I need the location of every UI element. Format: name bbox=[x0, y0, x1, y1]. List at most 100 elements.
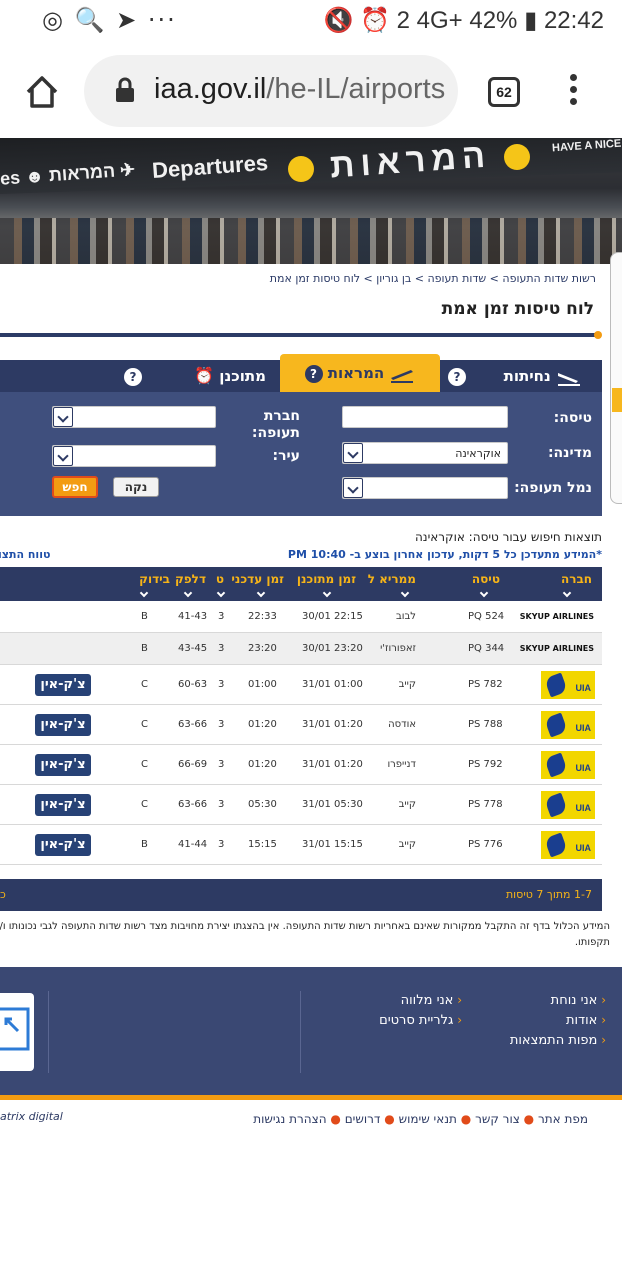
updated-time-cell: 05:30 bbox=[248, 799, 277, 810]
footer-link-about[interactable]: ‹ אודות bbox=[566, 1013, 606, 1028]
sort-icon[interactable] bbox=[479, 588, 489, 598]
col-counter[interactable]: דלפק bbox=[175, 572, 206, 586]
table-row: UIA PS 778 קייב 05:30 31/01 05:30 3 63-66 C צ'ק-… bbox=[0, 785, 602, 825]
country-select[interactable] bbox=[342, 442, 508, 464]
accessibility-link[interactable]: הצהרת נגישות bbox=[253, 1112, 326, 1126]
chevron-down-icon[interactable] bbox=[343, 478, 363, 498]
tab-landings[interactable]: נחיתות bbox=[504, 360, 582, 392]
jobs-link[interactable]: דרושים bbox=[345, 1112, 381, 1126]
side-panel-handle[interactable] bbox=[610, 252, 622, 504]
scheduled-time-cell: 05:30 31/01 bbox=[302, 799, 363, 810]
disclaimer-text: המידע הכלול בדף זה התקבל ממקורות שאינם ב… bbox=[0, 921, 610, 948]
airline-select[interactable] bbox=[52, 406, 216, 428]
sort-icon[interactable] bbox=[322, 588, 332, 598]
uia-logo: UIA bbox=[541, 751, 595, 779]
chevron-left-icon: ‹ bbox=[597, 1033, 606, 1047]
tab-planned-help[interactable]: ? bbox=[124, 360, 142, 392]
status-right-info: 🔇 ⏰ 2 4G+ 42% ▮ 22:42 bbox=[323, 7, 604, 34]
breadcrumb-item[interactable]: רשות שדות התעופה bbox=[502, 272, 596, 285]
check-area-cell: B bbox=[141, 643, 148, 654]
search-button[interactable]: חפש bbox=[52, 476, 98, 498]
plane-icon bbox=[504, 144, 530, 170]
uia-logo: UIA bbox=[541, 791, 595, 819]
terminal-cell: 3 bbox=[218, 643, 225, 654]
checkin-button[interactable]: צ'ק-אין bbox=[35, 714, 91, 736]
footer-link-maps[interactable]: ‹ מפות התמצאות bbox=[510, 1033, 606, 1048]
footer-link[interactable]: כ bbox=[0, 888, 6, 901]
airport-label: נמל תעופה: bbox=[514, 480, 592, 496]
chevron-down-icon[interactable] bbox=[53, 446, 73, 466]
sort-icon[interactable] bbox=[139, 588, 149, 598]
col-scheduled[interactable]: זמן מתוכנן bbox=[297, 572, 356, 586]
accessibility-monitor-icon[interactable] bbox=[0, 993, 34, 1071]
sitemap-link[interactable]: מפת אתר bbox=[538, 1112, 588, 1126]
counter-cell: 43-45 bbox=[178, 643, 208, 654]
tab-departures[interactable]: המראות ? bbox=[280, 354, 440, 392]
checkin-button[interactable]: צ'ק-אין bbox=[35, 794, 91, 816]
chevron-left-icon: ‹ bbox=[597, 993, 606, 1007]
side-panel-tab[interactable] bbox=[612, 388, 622, 412]
updated-time-cell: 22:33 bbox=[248, 611, 277, 622]
sort-icon[interactable] bbox=[400, 588, 410, 598]
flights-count: 1-7 מתוך 7 טיסות bbox=[505, 888, 592, 901]
sort-icon[interactable] bbox=[562, 588, 572, 598]
terms-link[interactable]: תנאי שימוש bbox=[399, 1112, 457, 1126]
footer-link-landing[interactable]: ‹ אני נוחת bbox=[551, 993, 606, 1008]
home-icon[interactable] bbox=[22, 72, 62, 112]
terminal-crowd-photo bbox=[0, 218, 622, 264]
sort-icon[interactable] bbox=[216, 588, 226, 598]
sort-icon[interactable] bbox=[256, 588, 266, 598]
page-title: לוח טיסות זמן אמת bbox=[441, 299, 594, 319]
updated-time-cell: 01:00 bbox=[248, 679, 277, 690]
checkin-button[interactable]: צ'ק-אין bbox=[35, 674, 91, 696]
help-icon[interactable]: ? bbox=[124, 367, 142, 386]
terminal-cell: 3 bbox=[218, 719, 225, 730]
table-row: SKYUP AIRLINES PQ 524 לבוב 22:15 30/01 22:33… bbox=[0, 601, 602, 633]
col-check[interactable]: בידוק bbox=[139, 572, 170, 586]
chevron-left-icon: ‹ bbox=[597, 1013, 606, 1027]
footer-link-videos[interactable]: ‹ גלריית סרטים bbox=[379, 1013, 462, 1028]
chevron-left-icon: ‹ bbox=[453, 993, 462, 1007]
table-row: UIA PS 788 אודסה 01:20 31/01 01:20 3 63-66 C צ'ק… bbox=[0, 705, 602, 745]
table-row: SKYUP AIRLINES PQ 344 זאפורוז'י 23:20 30/01… bbox=[0, 633, 602, 665]
country-label: מדינה: bbox=[547, 445, 592, 461]
breadcrumb-item[interactable]: בן גוריון bbox=[376, 272, 411, 285]
checkin-button[interactable]: צ'ק-אין bbox=[35, 754, 91, 776]
tab-landings-help[interactable]: ? bbox=[448, 360, 466, 392]
menu-icon[interactable] bbox=[565, 74, 581, 110]
chevron-down-icon[interactable] bbox=[343, 443, 363, 463]
alarm-clock-icon: ⏰ bbox=[194, 366, 215, 385]
breadcrumb-item[interactable]: שדות תעופה bbox=[427, 272, 486, 285]
tab-planned-label: מתוכנן bbox=[219, 367, 266, 385]
time-range-link[interactable]: טווח התצו bbox=[0, 548, 50, 561]
lock-icon bbox=[116, 77, 134, 102]
counter-cell: 63-66 bbox=[178, 719, 208, 730]
flight-tabs: נחיתות ? המראות ? מתוכנן ⏰ ? bbox=[0, 354, 602, 392]
city-select[interactable] bbox=[52, 445, 216, 467]
help-icon[interactable]: ? bbox=[304, 364, 323, 383]
sort-icon[interactable] bbox=[183, 588, 193, 598]
footer-link-escort[interactable]: ‹ אני מלווה bbox=[401, 993, 462, 1008]
status-bar: ◎ 🔍 ➤ ··· 🔇 ⏰ 2 4G+ 42% ▮ 22:42 bbox=[0, 0, 622, 44]
col-flight[interactable]: טיסה bbox=[472, 572, 500, 586]
footer-divider bbox=[300, 991, 301, 1073]
contact-link[interactable]: צור קשר bbox=[475, 1112, 520, 1126]
col-airline[interactable]: חברה bbox=[561, 572, 592, 586]
col-destination[interactable]: ממריא ל bbox=[368, 572, 416, 586]
col-updated[interactable]: זמן עדכני bbox=[231, 572, 284, 586]
help-icon[interactable]: ? bbox=[448, 367, 466, 386]
airline-name: SKYUP AIRLINES bbox=[519, 612, 594, 621]
chevron-down-icon[interactable] bbox=[53, 407, 73, 427]
address-bar[interactable]: iaa.gov.il/he-IL/airports bbox=[84, 55, 458, 127]
terminal-cell: 3 bbox=[218, 839, 225, 850]
scheduled-time-cell: 01:00 31/01 bbox=[302, 679, 363, 690]
col-terminal[interactable]: ט bbox=[216, 572, 224, 586]
matrix-digital-logo[interactable]: atrix digital bbox=[0, 1110, 63, 1123]
tab-planned[interactable]: מתוכנן ⏰ bbox=[194, 360, 266, 392]
clear-button[interactable]: נקה bbox=[113, 477, 159, 497]
tab-count-button[interactable]: 62 bbox=[488, 77, 520, 107]
airport-select[interactable] bbox=[342, 477, 508, 499]
checkin-button[interactable]: צ'ק-אין bbox=[35, 834, 91, 856]
flight-input[interactable] bbox=[342, 406, 508, 428]
terminal-cell: 3 bbox=[218, 679, 225, 690]
